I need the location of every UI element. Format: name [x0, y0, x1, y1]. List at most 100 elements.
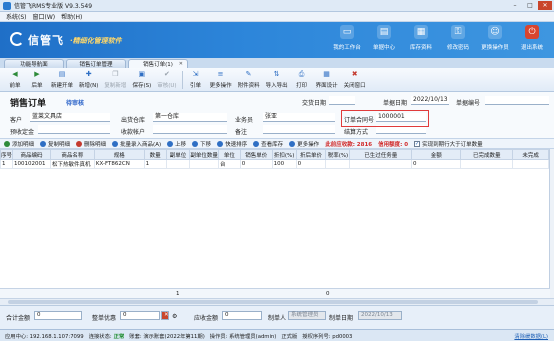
- power-icon: ⏻: [525, 25, 539, 39]
- nav-change-password[interactable]: ⚿ 修改密码: [442, 25, 474, 51]
- doc-date-field[interactable]: 2022/10/13: [411, 96, 449, 105]
- menu-window[interactable]: 窗口(W): [33, 12, 56, 21]
- column-header[interactable]: 折扣(%): [271, 149, 297, 160]
- menu-system[interactable]: 系统(S): [6, 12, 27, 21]
- column-header[interactable]: 商品编码: [12, 149, 51, 160]
- cell-discount[interactable]: 100: [271, 159, 297, 169]
- brand-tagline: ·精细化管理软件: [70, 37, 122, 45]
- minimize-icon[interactable]: –: [508, 1, 522, 10]
- column-header[interactable]: 折后单价: [295, 149, 327, 160]
- calc-icon[interactable]: ⚙: [172, 313, 177, 320]
- table-row[interactable]: 1 100102001 松下热敏件真机 KX-FT862CN 1 台 0 100…: [0, 159, 549, 169]
- cell-spec[interactable]: KX-FT862CN: [93, 159, 145, 169]
- cell-name[interactable]: 松下热敏件真机: [49, 159, 95, 169]
- settlement-field[interactable]: [376, 125, 426, 134]
- add-button[interactable]: ✚ 新增(N): [76, 69, 101, 91]
- copy-detail-button[interactable]: 复制明细: [40, 140, 70, 148]
- scroll-thumb[interactable]: [8, 300, 538, 304]
- cell-done[interactable]: [460, 159, 514, 169]
- column-header[interactable]: 副单位: [165, 149, 191, 160]
- discount-clear-icon[interactable]: ✕: [161, 311, 169, 320]
- column-header[interactable]: 规格: [93, 149, 145, 160]
- cell-amount[interactable]: 0: [411, 159, 462, 169]
- column-header[interactable]: 序号: [0, 149, 14, 160]
- contract-no-field[interactable]: 1000001: [376, 113, 426, 122]
- cell-qty[interactable]: 1: [143, 159, 167, 169]
- approve-button[interactable]: ✔ 审核(U): [154, 69, 179, 91]
- cell-sub-qty[interactable]: [189, 159, 219, 169]
- column-header[interactable]: 单位: [217, 149, 241, 160]
- nav-inventory[interactable]: ▦ 库存资料: [405, 25, 437, 51]
- cell-undone[interactable]: [512, 159, 549, 169]
- attachments-button[interactable]: ✎ 附件资料: [235, 69, 263, 91]
- sum-amount: 0: [326, 291, 330, 297]
- tab-sales-order-management[interactable]: 销售订单管理: [66, 59, 126, 68]
- delete-detail-button[interactable]: 删除明细: [76, 140, 106, 148]
- sort-icon: [217, 140, 224, 147]
- nav-exit[interactable]: ⏻ 退出系统: [516, 25, 548, 51]
- cell-sub-unit[interactable]: [165, 159, 191, 169]
- copy-add-button[interactable]: ❐ 复制新增: [101, 69, 129, 91]
- column-header[interactable]: 数量: [143, 149, 167, 160]
- detail-more-button[interactable]: 更多操作: [289, 140, 319, 148]
- close-icon[interactable]: ✕: [538, 1, 552, 10]
- settlement-label: 结算方式: [344, 129, 369, 136]
- salesperson-field[interactable]: 张亚: [263, 113, 335, 122]
- tab-close-icon[interactable]: ✕: [179, 61, 183, 67]
- column-header[interactable]: 商品名称: [49, 149, 95, 160]
- discount-field[interactable]: 0: [120, 311, 160, 320]
- clear-cache-link[interactable]: 清除缓数据(L): [514, 332, 548, 340]
- layout-design-button[interactable]: ▦ 界面设计: [313, 69, 341, 91]
- warehouse-field[interactable]: 第一仓库: [153, 113, 227, 122]
- nav-workbench[interactable]: ▭ 我的工作台: [331, 25, 363, 51]
- quick-sort-button[interactable]: 快速排序: [217, 140, 247, 148]
- menu-help[interactable]: 帮助(H): [61, 12, 82, 21]
- account-field[interactable]: [153, 125, 227, 134]
- prev-doc-button[interactable]: ◀ 前单: [4, 69, 26, 91]
- vertical-scrollbar[interactable]: [550, 149, 554, 298]
- horizontal-scrollbar[interactable]: [0, 298, 554, 305]
- deposit-field[interactable]: [38, 125, 110, 134]
- save-button[interactable]: ▣ 保存(S): [129, 69, 154, 91]
- batch-entry-button[interactable]: 批量录入商品(A): [112, 140, 161, 148]
- customer-field[interactable]: 蓝莱文具店: [30, 113, 110, 122]
- move-up-button[interactable]: 上移: [167, 140, 186, 148]
- next-doc-button[interactable]: ▶ 后单: [26, 69, 48, 91]
- doc-no-field[interactable]: [485, 96, 549, 105]
- column-header[interactable]: 已生过任务量: [349, 149, 413, 160]
- cell-tax[interactable]: [325, 159, 351, 169]
- nav-switch-user[interactable]: ☺ 更换操作员: [479, 25, 511, 51]
- cell-unit[interactable]: 台: [217, 159, 241, 169]
- delivery-date-field[interactable]: [329, 96, 355, 105]
- view-stock-button[interactable]: 查看库存: [253, 140, 283, 148]
- move-down-button[interactable]: 下移: [192, 140, 211, 148]
- cell-index[interactable]: 1: [0, 159, 14, 169]
- column-header[interactable]: 税率(%): [325, 149, 351, 160]
- cell-price[interactable]: 0: [239, 159, 273, 169]
- maximize-icon[interactable]: □: [523, 1, 537, 10]
- column-header[interactable]: 销售单价: [239, 149, 273, 160]
- import-export-button[interactable]: ⇅ 导入导出: [263, 69, 291, 91]
- column-header[interactable]: 未完成: [512, 149, 549, 160]
- add-detail-button[interactable]: 添加明细: [4, 140, 34, 148]
- documents-icon: ▤: [377, 25, 391, 39]
- close-window-button[interactable]: ✖ 关闭窗口: [341, 69, 369, 91]
- more-actions-button[interactable]: ≡ 更多操作: [207, 69, 235, 91]
- column-header[interactable]: 金额: [411, 149, 462, 160]
- total-label: 合计金额: [6, 315, 31, 322]
- new-doc-button[interactable]: ▤ 新建开单: [48, 69, 76, 91]
- tab-sales-order[interactable]: 销售订单(1) ✕: [128, 59, 188, 68]
- remark-field[interactable]: [263, 125, 335, 134]
- column-header[interactable]: 已完成数量: [460, 149, 514, 160]
- import-order-button[interactable]: ⇲ 引单: [185, 69, 207, 91]
- cell-net-price[interactable]: 0: [295, 159, 327, 169]
- auto-check-option[interactable]: ✓ 实现到期行大于订单数量: [414, 140, 483, 148]
- cell-code[interactable]: 100102001: [12, 159, 51, 169]
- tab-navigation[interactable]: 功能导航面: [4, 59, 64, 68]
- column-header[interactable]: 副单位数量: [189, 149, 219, 160]
- print-button[interactable]: ⎙ 打印: [291, 69, 313, 91]
- cell-task[interactable]: [349, 159, 413, 169]
- nav-documents[interactable]: ▤ 单据中心: [368, 25, 400, 51]
- desktop-icon: ▭: [340, 25, 354, 39]
- maker-field: 系统管理员: [288, 311, 326, 320]
